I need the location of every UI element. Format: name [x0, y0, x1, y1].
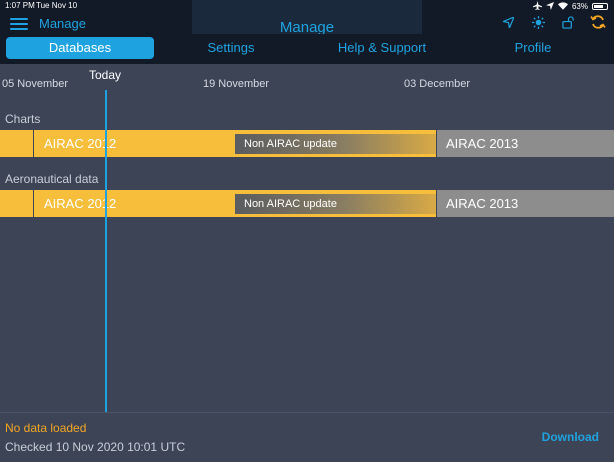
footer: No data loaded Checked 10 Nov 2020 10:01…: [0, 412, 614, 462]
status-time: 1:07 PM: [5, 1, 35, 10]
hamburger-menu-icon[interactable]: [10, 18, 28, 30]
database-row-charts[interactable]: AIRAC 2012 Non AIRAC update AIRAC 2013: [0, 130, 614, 157]
tab-help-support[interactable]: Help & Support: [307, 37, 457, 59]
nav-bar: Manage Manage: [0, 0, 614, 42]
airplane-mode-icon: [532, 1, 542, 12]
nav-manage-link[interactable]: Manage: [39, 16, 86, 31]
last-checked-text: Checked 10 Nov 2020 10:01 UTC: [5, 440, 186, 454]
status-indicators: 63%: [532, 1, 608, 12]
data-status-text: No data loaded: [5, 421, 87, 435]
sync-icon[interactable]: [590, 14, 606, 30]
tab-databases[interactable]: Databases: [6, 37, 154, 59]
tab-profile[interactable]: Profile: [458, 37, 608, 59]
wifi-icon: [557, 1, 568, 12]
non-airac-update-label: Non AIRAC update: [244, 138, 337, 150]
brightness-icon[interactable]: [530, 14, 546, 30]
section-title-charts: Charts: [5, 112, 41, 126]
download-button[interactable]: Download: [542, 430, 599, 444]
status-date: Tue Nov 10: [36, 1, 78, 10]
battery-icon: [592, 3, 608, 10]
section-title-aeronautical-data: Aeronautical data: [5, 172, 99, 186]
date-label: 05 November: [2, 78, 69, 90]
tab-settings[interactable]: Settings: [156, 37, 306, 59]
timeline[interactable]: 05 November 19 November 03 December Char…: [0, 64, 614, 412]
next-cycle-label: AIRAC 2013: [446, 196, 519, 211]
non-airac-update-segment[interactable]: Non AIRAC update: [235, 134, 436, 154]
non-airac-update-segment[interactable]: Non AIRAC update: [235, 194, 436, 214]
today-marker-line: [105, 90, 107, 412]
date-label: 03 December: [404, 78, 471, 90]
lock-open-icon[interactable]: [560, 14, 576, 30]
next-cycle-label: AIRAC 2013: [446, 136, 519, 151]
location-arrow-icon[interactable]: [500, 14, 516, 30]
next-cycle-segment[interactable]: AIRAC 2013: [437, 130, 614, 157]
next-cycle-segment[interactable]: AIRAC 2013: [437, 190, 614, 217]
today-label: Today: [89, 68, 122, 82]
non-airac-update-label: Non AIRAC update: [244, 198, 337, 210]
previous-cycle-segment: [0, 190, 33, 217]
nav-icons: [500, 14, 606, 30]
location-status-icon: [545, 1, 554, 12]
previous-cycle-segment: [0, 130, 33, 157]
database-row-aeronautical-data[interactable]: AIRAC 2012 Non AIRAC update AIRAC 2013: [0, 190, 614, 217]
battery-percent: 63%: [571, 2, 588, 11]
date-label: 19 November: [203, 78, 270, 90]
tab-bar: Databases Settings Help & Support Profil…: [0, 34, 614, 64]
